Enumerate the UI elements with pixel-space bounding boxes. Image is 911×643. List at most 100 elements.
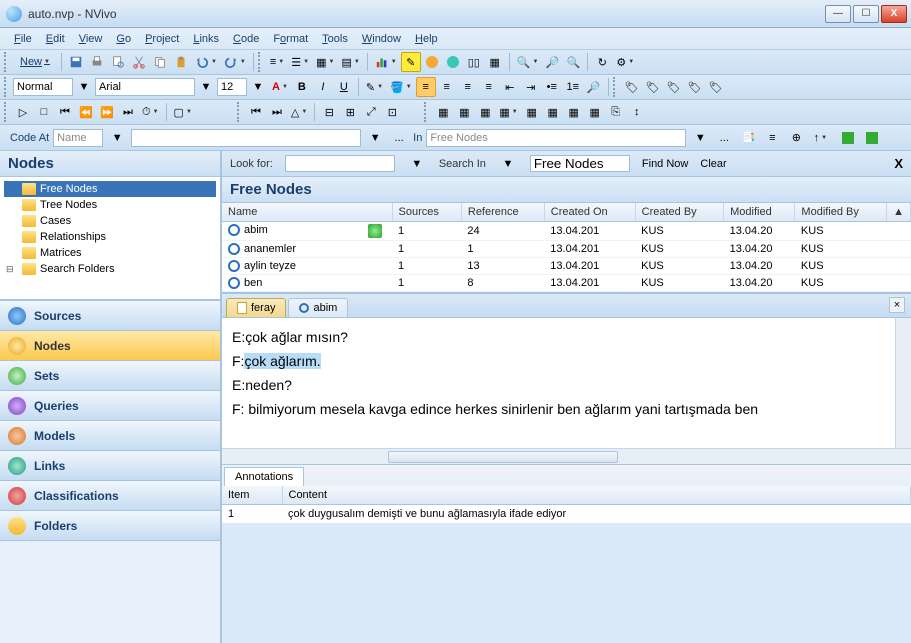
menu-code[interactable]: Code xyxy=(227,30,265,48)
underline-icon[interactable]: U xyxy=(334,77,354,97)
nav-sets[interactable]: Sets xyxy=(0,361,220,391)
zoom-out-icon[interactable]: 🔍 xyxy=(563,52,583,72)
skip-fwd-icon[interactable]: ⏭ xyxy=(267,102,287,122)
code-browse-button[interactable]: ... xyxy=(389,128,409,148)
tree-item-cases[interactable]: Cases xyxy=(4,213,216,229)
font-select[interactable] xyxy=(95,78,195,96)
table2-icon[interactable]: ▦ xyxy=(454,102,474,122)
stop-icon[interactable]: □ xyxy=(34,102,54,122)
menu-links[interactable]: Links xyxy=(187,30,225,48)
code-name-input[interactable] xyxy=(53,129,103,147)
clear-button[interactable]: Clear xyxy=(700,158,726,170)
table3-icon[interactable]: ▦ xyxy=(475,102,495,122)
split-icon[interactable]: ⊟ xyxy=(319,102,339,122)
annotations-tab[interactable]: Annotations xyxy=(224,467,304,486)
align-right-icon[interactable]: ≡ xyxy=(458,77,478,97)
tree-item-search-folders[interactable]: Search Folders xyxy=(4,261,216,277)
toolbar-grip[interactable] xyxy=(4,77,9,97)
style-dropdown[interactable]: ▼ xyxy=(74,77,94,97)
table6-icon[interactable]: ▦ xyxy=(543,102,563,122)
align-left-icon[interactable]: ≡▼ xyxy=(267,52,287,72)
view-icon[interactable]: ▦▼ xyxy=(313,52,337,72)
marker-teal-icon[interactable] xyxy=(443,52,463,72)
search-close-button[interactable]: X xyxy=(894,156,903,171)
tag2-icon[interactable]: 🏷 xyxy=(643,77,663,97)
code-node-icon[interactable]: ⊕ xyxy=(786,128,806,148)
column-header[interactable]: Name xyxy=(222,203,392,222)
table-row[interactable]: ben1813.04.201KUS13.04.20KUS xyxy=(222,275,911,292)
align-center-icon[interactable]: ≡ xyxy=(437,77,457,97)
cut-icon[interactable] xyxy=(129,52,149,72)
forward-icon[interactable]: ⏩ xyxy=(97,102,117,122)
table8-icon[interactable]: ▦ xyxy=(585,102,605,122)
first-icon[interactable]: ⏮ xyxy=(55,102,75,122)
column-header[interactable]: Sources xyxy=(392,203,461,222)
resize-icon[interactable]: ⤢ xyxy=(361,102,381,122)
marker-icon[interactable]: ▢▼ xyxy=(171,102,195,122)
bullets-icon[interactable]: •≡ xyxy=(542,77,562,97)
tab-feray[interactable]: feray xyxy=(226,298,286,317)
skip-back-icon[interactable]: ⏮ xyxy=(246,102,266,122)
menu-project[interactable]: Project xyxy=(139,30,185,48)
code-in-dropdown[interactable]: ▼ xyxy=(690,128,710,148)
tag5-icon[interactable]: 🏷 xyxy=(706,77,726,97)
code-arrow-icon[interactable]: ↑▼ xyxy=(810,128,830,148)
menu-tools[interactable]: Tools xyxy=(316,30,354,48)
minimize-button[interactable]: — xyxy=(825,5,851,23)
look-for-dropdown[interactable]: ▼ xyxy=(407,154,427,174)
bold-icon[interactable]: B xyxy=(292,77,312,97)
column-header[interactable]: Created By xyxy=(635,203,723,222)
font-dropdown[interactable]: ▼ xyxy=(196,77,216,97)
undo-icon[interactable]: ▼ xyxy=(192,52,220,72)
fill-icon[interactable]: 🪣▼ xyxy=(387,77,415,97)
code-name-dropdown[interactable]: ▼ xyxy=(107,128,127,148)
menu-edit[interactable]: Edit xyxy=(40,30,71,48)
nav-queries[interactable]: Queries xyxy=(0,391,220,421)
menu-format[interactable]: Format xyxy=(267,30,314,48)
search-scope-input[interactable] xyxy=(530,155,630,172)
scrollbar-vertical[interactable] xyxy=(895,318,911,448)
table-row[interactable]: abim 12413.04.201KUS13.04.20KUS xyxy=(222,222,911,241)
table1-icon[interactable]: ▦ xyxy=(433,102,453,122)
toolbar-grip[interactable] xyxy=(424,102,429,122)
find-icon[interactable]: 🔎 xyxy=(584,77,604,97)
detail-icon[interactable]: ▤▼ xyxy=(338,52,362,72)
column-header[interactable]: Item xyxy=(222,486,282,505)
tree-item-tree-nodes[interactable]: Tree Nodes xyxy=(4,197,216,213)
font-color-icon[interactable]: A▼ xyxy=(269,77,291,97)
grid-icon[interactable]: ▦ xyxy=(485,52,505,72)
size-dropdown[interactable]: ▼ xyxy=(248,77,268,97)
shape-icon[interactable]: △▼ xyxy=(288,102,310,122)
menu-view[interactable]: View xyxy=(73,30,109,48)
table-sort-icon[interactable]: ↕ xyxy=(627,102,647,122)
menu-window[interactable]: Window xyxy=(356,30,407,48)
tree-item-free-nodes[interactable]: Free Nodes xyxy=(4,181,216,197)
column-header[interactable]: Content xyxy=(282,486,911,505)
code-green1-icon[interactable] xyxy=(838,128,858,148)
toolbar-grip[interactable] xyxy=(4,52,9,72)
tree-item-matrices[interactable]: Matrices xyxy=(4,245,216,261)
tag3-icon[interactable]: 🏷 xyxy=(664,77,684,97)
code-in-browse[interactable]: ... xyxy=(714,128,734,148)
code-value-input[interactable] xyxy=(131,129,361,147)
play-icon[interactable]: ▷ xyxy=(13,102,33,122)
toolbar-grip[interactable] xyxy=(4,102,9,122)
highlight-icon[interactable]: ✎▼ xyxy=(363,77,386,97)
list-icon[interactable]: ☰▼ xyxy=(288,52,312,72)
print-preview-icon[interactable] xyxy=(108,52,128,72)
search-in-dropdown[interactable]: ▼ xyxy=(498,154,518,174)
save-icon[interactable] xyxy=(66,52,86,72)
align-justify-icon[interactable]: ≡ xyxy=(479,77,499,97)
toolbar-grip[interactable] xyxy=(613,77,618,97)
code-value-dropdown[interactable]: ▼ xyxy=(365,128,385,148)
numbering-icon[interactable]: 1≡ xyxy=(563,77,583,97)
annotation-row[interactable]: 1çok duygusalım demişti ve bunu ağlaması… xyxy=(222,505,911,524)
fit-icon[interactable]: ⊡ xyxy=(382,102,402,122)
italic-icon[interactable]: I xyxy=(313,77,333,97)
menu-help[interactable]: Help xyxy=(409,30,444,48)
nav-links[interactable]: Links xyxy=(0,451,220,481)
copy-icon[interactable] xyxy=(150,52,170,72)
scrollbar-horizontal[interactable] xyxy=(222,448,911,464)
nav-models[interactable]: Models xyxy=(0,421,220,451)
paste-icon[interactable] xyxy=(171,52,191,72)
